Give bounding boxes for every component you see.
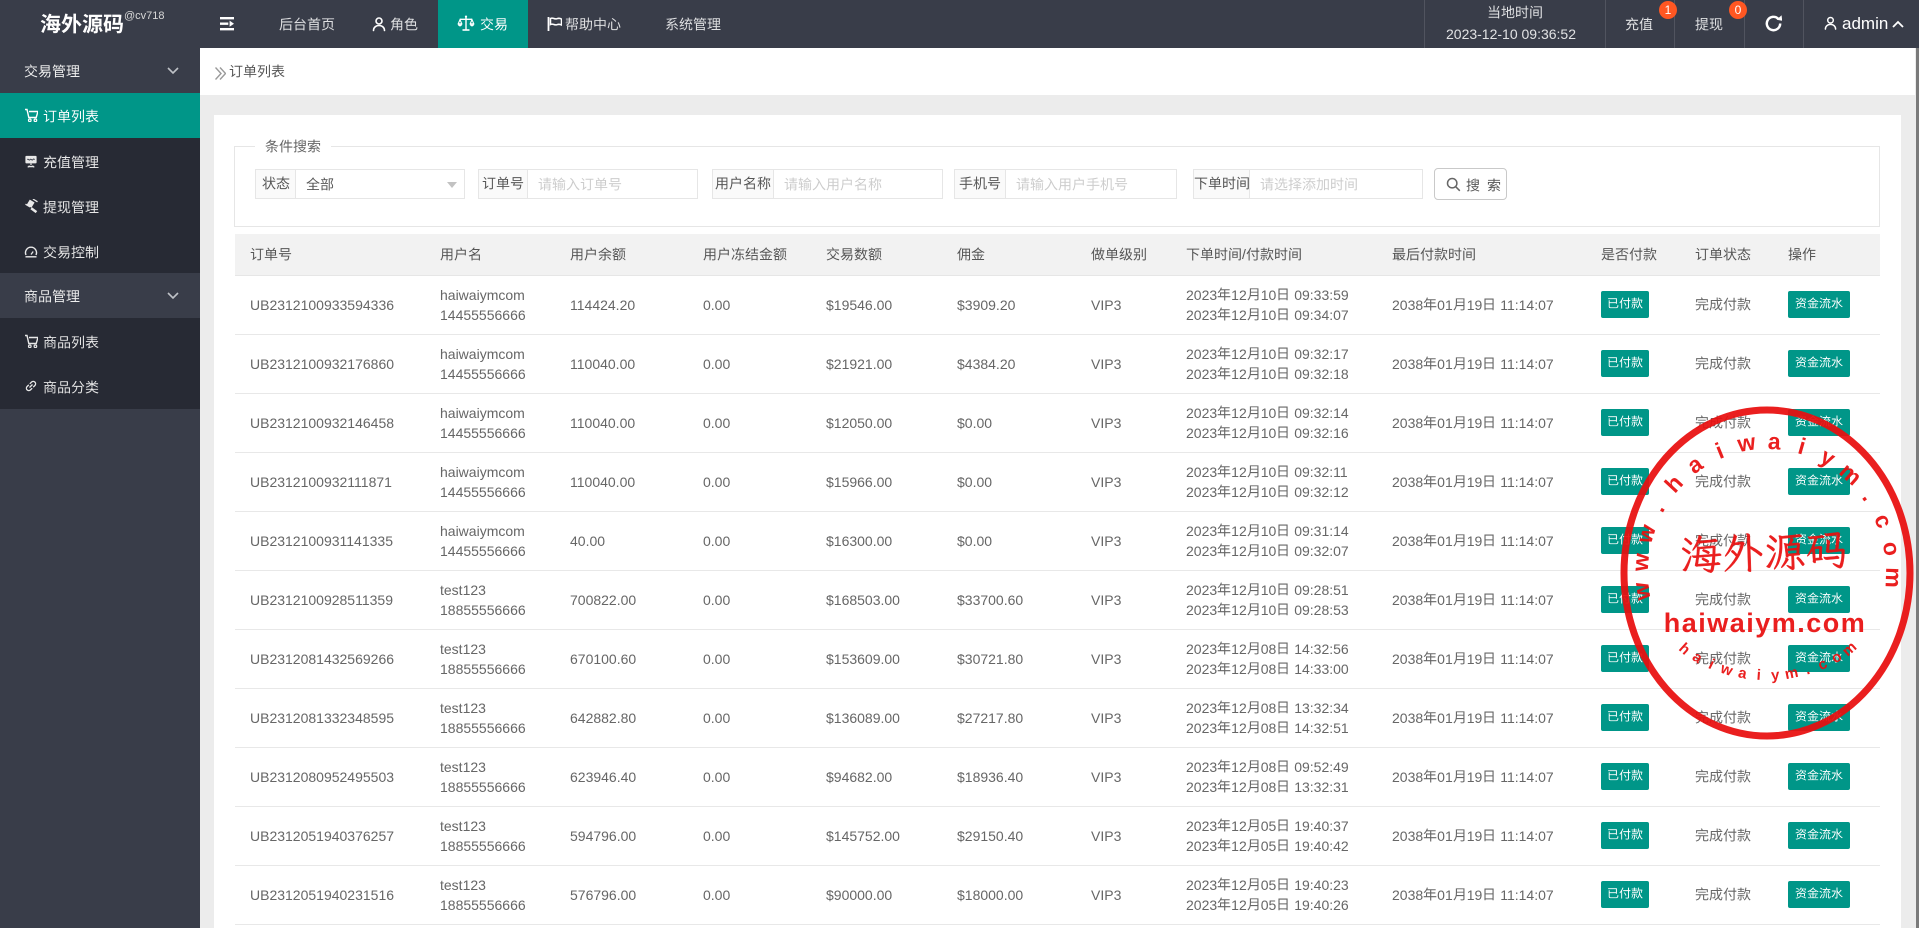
svg-text:a: a: [1689, 648, 1706, 667]
svg-text:h: h: [1659, 470, 1688, 498]
svg-text:i: i: [1712, 437, 1728, 464]
svg-text:w: w: [1627, 552, 1654, 573]
svg-text:c: c: [1869, 510, 1898, 532]
svg-text:.: .: [1644, 498, 1670, 517]
svg-text:.: .: [1857, 485, 1882, 505]
svg-text:y: y: [1770, 667, 1780, 685]
svg-text:c: c: [1815, 655, 1830, 674]
svg-text:m: m: [1835, 457, 1868, 490]
svg-text:i: i: [1756, 667, 1761, 684]
svg-text:.: .: [1803, 661, 1813, 678]
svg-text:a: a: [1767, 428, 1781, 455]
svg-text:y: y: [1816, 443, 1840, 472]
svg-text:i: i: [1706, 656, 1717, 673]
svg-text:h: h: [1675, 640, 1693, 659]
svg-text:m: m: [1881, 567, 1908, 588]
svg-text:o: o: [1878, 539, 1906, 558]
svg-text:m: m: [1783, 664, 1799, 683]
svg-text:w: w: [1630, 521, 1660, 547]
svg-text:a: a: [1682, 450, 1707, 479]
svg-text:w: w: [1627, 581, 1655, 603]
svg-text:i: i: [1795, 433, 1808, 460]
svg-text:haiwaiym.com: haiwaiym.com: [1664, 608, 1867, 638]
svg-text:m: m: [1839, 638, 1860, 660]
svg-text:a: a: [1737, 664, 1749, 682]
svg-text:w: w: [1734, 428, 1757, 457]
svg-text:w: w: [1717, 660, 1735, 680]
